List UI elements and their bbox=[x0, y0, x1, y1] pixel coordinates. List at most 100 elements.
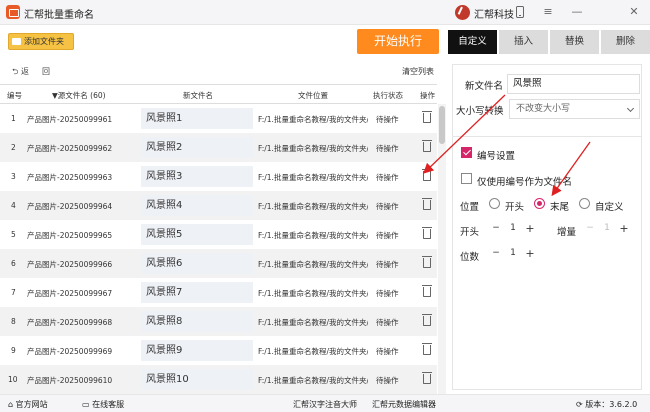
title-bar: 汇帮批量重命名 汇帮科技 ≡ — ✕ bbox=[0, 0, 650, 25]
position-start-radio[interactable] bbox=[489, 198, 500, 209]
trash-icon[interactable] bbox=[422, 256, 432, 268]
plus-icon[interactable]: + bbox=[525, 247, 535, 260]
trash-icon[interactable] bbox=[422, 314, 432, 326]
start-value[interactable]: 1 bbox=[501, 223, 525, 233]
trash-icon[interactable] bbox=[422, 111, 432, 123]
row-location: F:/1.批量重命名教程/我的文件夹/产 bbox=[258, 144, 368, 153]
undo-label: 返 bbox=[20, 67, 29, 76]
table-row[interactable]: 4 产品图片-20250099964 风景照4 F:/1.批量重命名教程/我的文… bbox=[0, 191, 437, 220]
row-status: 待操作 bbox=[376, 376, 399, 385]
minus-icon[interactable]: − bbox=[491, 223, 501, 233]
numbering-checkbox[interactable] bbox=[461, 147, 472, 158]
metadata-app-link[interactable]: 汇帮元数据编辑器 bbox=[372, 399, 436, 410]
row-newname: 风景照10 bbox=[141, 369, 253, 390]
support-link[interactable]: ▭ 在线客服 bbox=[82, 399, 124, 410]
trash-icon[interactable] bbox=[422, 198, 432, 210]
row-newname: 风景照8 bbox=[141, 311, 253, 332]
digits-value[interactable]: 1 bbox=[501, 248, 525, 258]
rule-tabs: 自定义 插入 替换 删除 bbox=[448, 30, 650, 56]
tab-delete[interactable]: 删除 bbox=[601, 30, 650, 54]
digits-stepper[interactable]: − 1 + bbox=[491, 246, 535, 264]
header-num[interactable]: 编号 bbox=[7, 90, 22, 101]
undo-button[interactable]: ⮌ 返 bbox=[12, 66, 29, 80]
list-scrollbar[interactable] bbox=[438, 104, 446, 395]
table-row[interactable]: 8 产品图片-20250099968 风景照8 F:/1.批量重命名教程/我的文… bbox=[0, 307, 437, 336]
table-row[interactable]: 10 产品图片-20250099610 风景照10 F:/1.批量重命名教程/我… bbox=[0, 365, 437, 394]
close-icon[interactable]: ✕ bbox=[624, 3, 644, 21]
website-link[interactable]: ⌂ 官方网站 bbox=[8, 399, 48, 410]
only-number-checkbox[interactable] bbox=[461, 173, 472, 184]
trash-icon[interactable] bbox=[422, 343, 432, 355]
phone-icon[interactable] bbox=[510, 3, 530, 21]
app-logo-icon bbox=[6, 5, 20, 19]
position-custom-radio[interactable] bbox=[579, 198, 590, 209]
row-status: 待操作 bbox=[376, 231, 399, 240]
table-row[interactable]: 9 产品图片-20250099969 风景照9 F:/1.批量重命名教程/我的文… bbox=[0, 336, 437, 365]
row-status: 待操作 bbox=[376, 260, 399, 269]
tab-insert[interactable]: 插入 bbox=[499, 30, 548, 54]
brand-logo-icon bbox=[455, 5, 470, 20]
row-location: F:/1.批量重命名教程/我的文件夹/产 bbox=[258, 202, 368, 211]
row-location: F:/1.批量重命名教程/我的文件夹/产 bbox=[258, 115, 368, 124]
row-newname: 风景照4 bbox=[141, 195, 253, 216]
header-action: 操作 bbox=[420, 91, 435, 100]
row-status: 待操作 bbox=[376, 202, 399, 211]
row-num: 9 bbox=[11, 346, 16, 355]
table-row[interactable]: 6 产品图片-20250099966 风景照6 F:/1.批量重命名教程/我的文… bbox=[0, 249, 437, 278]
trash-icon[interactable] bbox=[422, 169, 432, 181]
position-end-radio[interactable] bbox=[534, 198, 545, 209]
row-newname: 风景照3 bbox=[141, 166, 253, 187]
start-stepper[interactable]: − 1 + bbox=[491, 221, 535, 239]
tab-replace[interactable]: 替换 bbox=[550, 30, 599, 54]
redo-button[interactable]: 回 bbox=[42, 66, 50, 77]
start-button[interactable]: 开始执行 bbox=[357, 29, 439, 54]
header-newname: 新文件名 bbox=[183, 91, 213, 100]
row-source: 产品图片-20250099961 bbox=[27, 115, 113, 124]
minimize-icon[interactable]: — bbox=[567, 3, 587, 21]
menu-icon[interactable]: ≡ bbox=[538, 3, 558, 21]
add-folder-button[interactable]: 添加文件夹 bbox=[8, 33, 74, 50]
table-row[interactable]: 7 产品图片-20250099967 风景照7 F:/1.批量重命名教程/我的文… bbox=[0, 278, 437, 307]
toolbar: 添加文件夹 开始执行 bbox=[0, 25, 445, 59]
minus-icon[interactable]: − bbox=[491, 248, 501, 258]
tab-custom[interactable]: 自定义 bbox=[448, 30, 497, 54]
row-num: 8 bbox=[11, 317, 16, 326]
minus-icon[interactable]: − bbox=[585, 223, 595, 233]
row-status: 待操作 bbox=[376, 173, 399, 182]
status-bar: ⌂ 官方网站 ▭ 在线客服 汇帮汉字注音大师 汇帮元数据编辑器 ⟳ 版本：3.6… bbox=[0, 394, 650, 412]
position-label: 位置 bbox=[460, 202, 480, 213]
row-num: 7 bbox=[11, 288, 16, 297]
newname-label: 新文件名 bbox=[465, 81, 504, 92]
table-row[interactable]: 3 产品图片-20250099963 风景照3 F:/1.批量重命名教程/我的文… bbox=[0, 162, 437, 191]
increment-label: 增量 bbox=[557, 227, 577, 238]
row-status: 待操作 bbox=[376, 347, 399, 356]
newname-input[interactable]: 风景照 bbox=[507, 74, 640, 94]
refresh-icon: ⟳ bbox=[576, 400, 583, 409]
case-select[interactable]: 不改变大小写 bbox=[509, 99, 640, 119]
row-source: 产品图片-20250099968 bbox=[27, 318, 113, 327]
case-select-value: 不改变大小写 bbox=[516, 104, 571, 114]
undo-icon: ⮌ bbox=[12, 67, 19, 76]
clear-list-button[interactable]: 清空列表 bbox=[402, 66, 434, 77]
trash-icon[interactable] bbox=[422, 227, 432, 239]
plus-icon[interactable]: + bbox=[619, 222, 629, 235]
table-row[interactable]: 1 产品图片-20250099961 风景照1 F:/1.批量重命名教程/我的文… bbox=[0, 104, 437, 133]
row-num: 10 bbox=[8, 375, 18, 384]
plus-icon[interactable]: + bbox=[525, 222, 535, 235]
trash-icon[interactable] bbox=[422, 372, 432, 384]
trash-icon[interactable] bbox=[422, 140, 432, 152]
header-source[interactable]: ▼源文件名 (60) bbox=[52, 90, 106, 101]
increment-stepper[interactable]: − 1 + bbox=[585, 221, 629, 239]
scroll-thumb[interactable] bbox=[439, 106, 445, 144]
table-row[interactable]: 5 产品图片-20250099965 风景照5 F:/1.批量重命名教程/我的文… bbox=[0, 220, 437, 249]
digits-label: 位数 bbox=[460, 252, 480, 263]
row-status: 待操作 bbox=[376, 318, 399, 327]
pinyin-app-link[interactable]: 汇帮汉字注音大师 bbox=[293, 399, 357, 410]
position-custom-label: 自定义 bbox=[595, 202, 624, 213]
increment-value[interactable]: 1 bbox=[595, 223, 619, 233]
row-source: 产品图片-20250099610 bbox=[27, 376, 113, 385]
table-row[interactable]: 2 产品图片-20250099962 风景照2 F:/1.批量重命名教程/我的文… bbox=[0, 133, 437, 162]
version-info[interactable]: ⟳ 版本：3.6.2.0 bbox=[576, 399, 637, 410]
trash-icon[interactable] bbox=[422, 285, 432, 297]
row-num: 4 bbox=[11, 201, 16, 210]
